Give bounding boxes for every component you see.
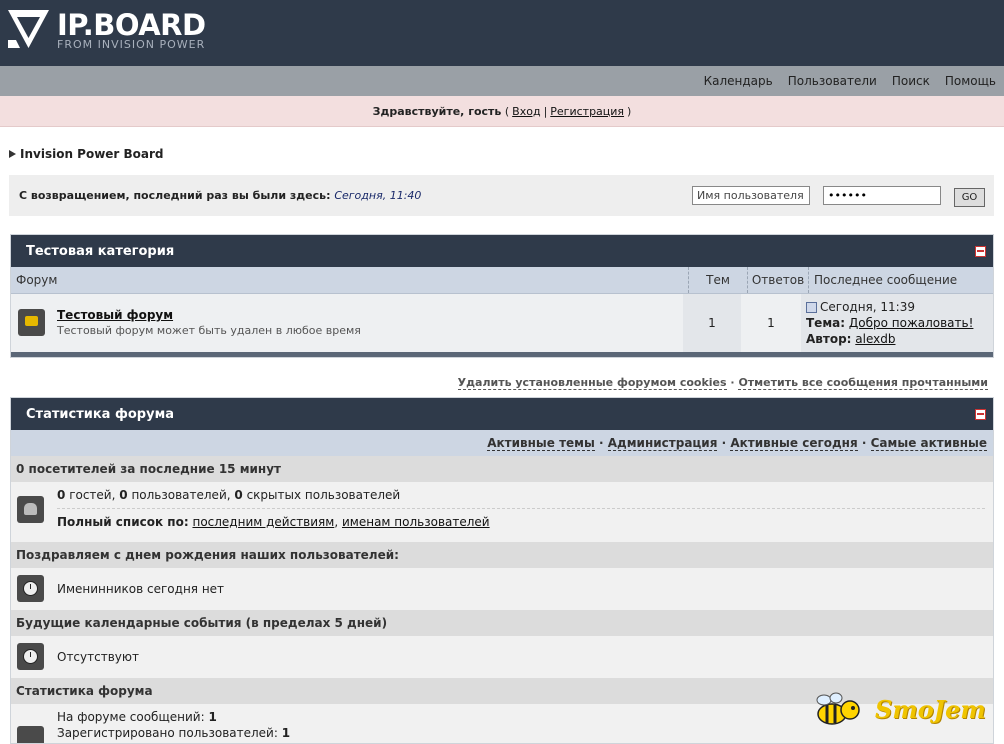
topic-label: Тема: xyxy=(806,316,846,330)
stats-icon xyxy=(17,726,44,743)
greeting: Здравствуйте, гость xyxy=(372,104,502,118)
breadcrumb: Invision Power Board xyxy=(9,147,164,161)
forum-title-link[interactable]: Тестовый форум xyxy=(57,308,173,322)
users-label: пользователей, xyxy=(131,488,231,502)
delete-cookies-link[interactable]: Удалить установленные форумом cookies xyxy=(457,376,727,390)
full-list-line: Полный список по: последним действиям, и… xyxy=(57,509,993,535)
stats-sep: · xyxy=(721,436,727,450)
last-post-date: Сегодня, 11:39 xyxy=(820,300,915,314)
last-visit-message: С возвращением, последний раз вы были зд… xyxy=(19,189,421,202)
stats-sep: · xyxy=(599,436,604,450)
members-value: 1 xyxy=(281,726,291,740)
full-list-comma: , xyxy=(334,515,339,529)
logo-subtitle: FROM INVISION POWER xyxy=(57,38,206,51)
most-active-link[interactable]: Самые активные xyxy=(870,436,987,451)
last-visit-label: С возвращением, последний раз вы были зд… xyxy=(19,189,331,202)
guests-label: гостей, xyxy=(69,488,116,502)
quick-login-bar: С возвращением, последний раз вы были зд… xyxy=(9,175,994,216)
full-list-label: Полный список по: xyxy=(57,515,189,529)
login-link[interactable]: Вход xyxy=(512,105,540,118)
mark-read-link[interactable]: Отметить все сообщения прочтанными xyxy=(738,376,988,390)
site-header: IP.BOARD FROM INVISION POWER xyxy=(0,0,1004,66)
panel-footer xyxy=(11,352,993,357)
col-replies: Ответов xyxy=(747,267,808,293)
last-topic-link[interactable]: Добро пожаловать! xyxy=(849,316,974,330)
stats-sep: · xyxy=(861,436,867,450)
open-paren: ( xyxy=(504,104,510,118)
members-label: Зарегистрировано пользователей: xyxy=(57,726,278,740)
by-name-link[interactable]: именам пользователей xyxy=(342,515,490,529)
link-separator: | xyxy=(543,104,548,118)
forum-replies-count: 1 xyxy=(741,294,801,352)
posts-value: 1 xyxy=(208,710,217,724)
events-section-header: Будущие календарные события (в пределах … xyxy=(11,610,993,636)
online-row: 0 гостей, 0 пользователей, 0 скрытых пол… xyxy=(11,482,993,542)
password-input[interactable] xyxy=(823,186,941,205)
category-panel: Тестовая категория Форум Тем Ответов Пос… xyxy=(10,234,994,358)
clock-icon xyxy=(17,643,44,670)
events-row: Отсутствуют xyxy=(11,636,993,678)
administration-link[interactable]: Администрация xyxy=(607,436,718,451)
users-online-icon xyxy=(17,496,44,523)
watermark-text: SmoJem xyxy=(875,695,986,724)
stats-header: Статистика форума xyxy=(11,398,993,430)
collapse-icon[interactable] xyxy=(975,246,986,257)
close-paren: ) xyxy=(627,104,632,118)
col-forum: Форум xyxy=(16,273,58,287)
last-visit-time: Сегодня, 11:40 xyxy=(334,189,422,202)
logo-mark-icon xyxy=(8,10,49,48)
category-header: Тестовая категория xyxy=(11,235,993,267)
category-title[interactable]: Тестовая категория xyxy=(26,244,174,259)
nav-help[interactable]: Помощь xyxy=(945,74,996,88)
forum-table-header: Форум Тем Ответов Последнее сообщение xyxy=(11,267,993,294)
forum-topics-count: 1 xyxy=(683,294,741,352)
forum-status-icon xyxy=(18,309,45,336)
nav-calendar[interactable]: Календарь xyxy=(704,74,773,88)
active-today-link[interactable]: Активные сегодня xyxy=(730,436,858,451)
welcome-bar: Здравствуйте, гость ( Вход | Регистрация) xyxy=(0,96,1004,127)
register-link[interactable]: Регистрация xyxy=(550,105,624,118)
active-topics-link[interactable]: Активные темы xyxy=(487,436,595,451)
stats-links-bar: Активные темы · Администрация · Активные… xyxy=(11,430,993,456)
forum-last-post: Сегодня, 11:39 Тема: Добро пожаловать! А… xyxy=(801,294,993,352)
col-last-post: Последнее сообщение xyxy=(808,267,993,293)
by-action-link[interactable]: последним действиям xyxy=(192,515,334,529)
birthday-text: Именинников сегодня нет xyxy=(57,582,225,596)
hidden-count: 0 xyxy=(234,488,243,502)
birthday-section-header: Поздравляем с днем рождения наших пользо… xyxy=(11,542,993,568)
breadcrumb-arrow-icon xyxy=(9,150,16,158)
board-actions: Удалить установленные форумом cookies · … xyxy=(457,376,988,390)
forum-description: Тестовый форум может быть удален в любое… xyxy=(57,324,361,337)
top-nav: Календарь Пользователи Поиск Помощь xyxy=(0,66,1004,96)
username-input[interactable] xyxy=(692,186,810,205)
hidden-label: скрытых пользователей xyxy=(246,488,401,502)
clock-icon xyxy=(17,575,44,602)
online-section-header: 0 посетителей за последние 15 минут xyxy=(11,456,993,482)
col-topics: Тем xyxy=(688,267,747,293)
last-post-icon[interactable] xyxy=(806,302,817,313)
logo-title: IP.BOARD xyxy=(57,8,206,42)
nav-users[interactable]: Пользователи xyxy=(788,74,877,88)
events-text: Отсутствуют xyxy=(57,650,139,664)
users-count: 0 xyxy=(119,488,128,502)
go-button[interactable]: GO xyxy=(954,188,985,207)
online-counts: 0 гостей, 0 пользователей, 0 скрытых пол… xyxy=(57,482,993,508)
logo[interactable]: IP.BOARD FROM INVISION POWER xyxy=(8,10,206,51)
last-author-link[interactable]: alexdb xyxy=(855,332,895,346)
posts-label: На форуме сообщений: xyxy=(57,710,205,724)
forum-row: Тестовый форум Тестовый форум может быть… xyxy=(11,294,993,352)
board-actions-sep: · xyxy=(730,376,735,389)
author-label: Автор: xyxy=(806,332,852,346)
stats-title: Статистика форума xyxy=(26,406,174,422)
guests-count: 0 xyxy=(57,488,66,502)
collapse-icon[interactable] xyxy=(975,409,986,420)
birthday-row: Именинников сегодня нет xyxy=(11,568,993,610)
nav-search[interactable]: Поиск xyxy=(892,74,930,88)
breadcrumb-board-link[interactable]: Invision Power Board xyxy=(20,147,164,161)
